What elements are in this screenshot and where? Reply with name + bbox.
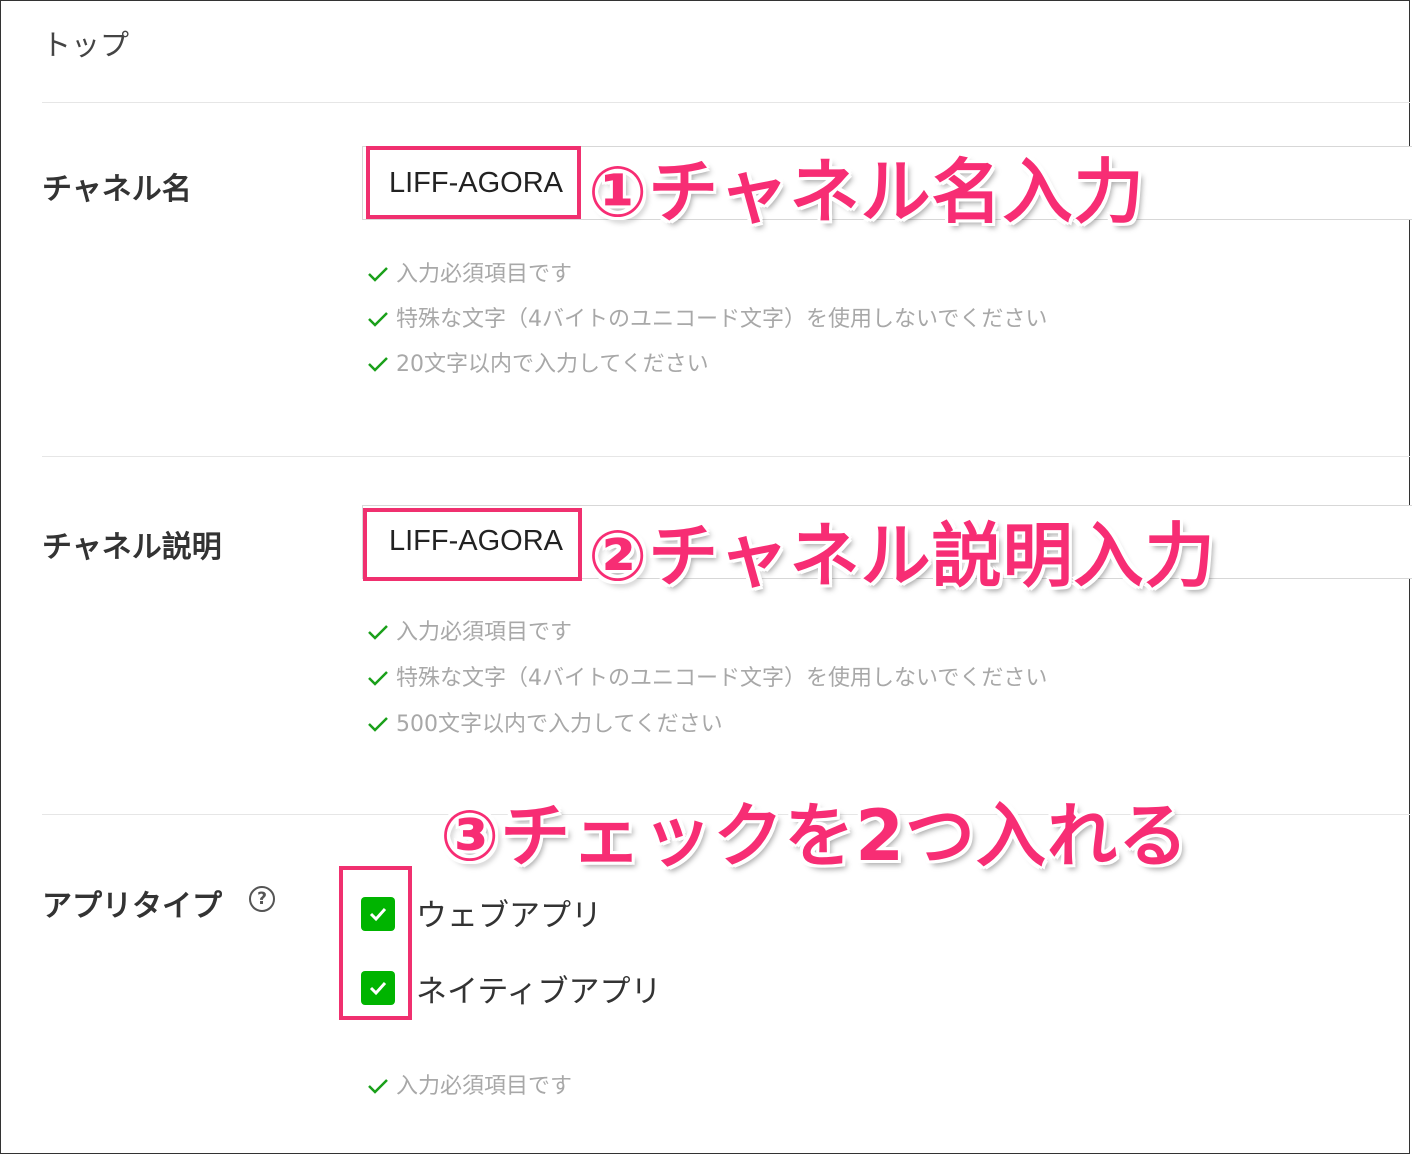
- hint-text: 20文字以内で入力してください: [396, 352, 709, 377]
- hint-text: 特殊な文字（4バイトのユニコード文字）を使用しないでください: [396, 666, 1048, 691]
- annotation-app-type: ③チェックを2つ入れる: [440, 795, 1189, 877]
- check-icon: [368, 312, 388, 327]
- annotation-channel-name: ①チャネル名入力: [588, 151, 1145, 233]
- app-type-label: アプリタイプ: [42, 889, 222, 924]
- check-icon: [368, 267, 388, 282]
- hint-required: 入力必須項目です: [366, 614, 572, 646]
- divider: [42, 102, 1410, 103]
- check-icon: [368, 357, 388, 372]
- divider: [42, 456, 1410, 457]
- annotation-channel-description: ②チャネル説明入力: [588, 515, 1216, 597]
- hint-special-chars: 特殊な文字（4バイトのユニコード文字）を使用しないでください: [366, 660, 1047, 692]
- check-icon: [368, 717, 388, 732]
- help-icon[interactable]: ?: [249, 886, 275, 912]
- checkbox-label-web-app[interactable]: ウェブアプリ: [416, 890, 602, 935]
- channel-description-label: チャネル説明: [42, 530, 222, 565]
- hint-text: 入力必須項目です: [396, 1074, 573, 1099]
- hint-text: 入力必須項目です: [396, 620, 573, 645]
- hint-length: 20文字以内で入力してください: [366, 346, 709, 378]
- highlight-box: [366, 146, 581, 219]
- check-icon: [368, 671, 388, 686]
- hint-length: 500文字以内で入力してください: [366, 706, 723, 738]
- hint-required: 入力必須項目です: [366, 256, 572, 288]
- highlight-box: [363, 508, 582, 581]
- channel-name-label: チャネル名: [42, 172, 192, 207]
- hint-required: 入力必須項目です: [366, 1068, 572, 1100]
- hint-text: 入力必須項目です: [396, 262, 573, 287]
- check-icon: [368, 1079, 388, 1094]
- hint-text: 500文字以内で入力してください: [396, 712, 723, 737]
- hint-special-chars: 特殊な文字（4バイトのユニコード文字）を使用しないでください: [366, 301, 1047, 333]
- hint-text: 特殊な文字（4バイトのユニコード文字）を使用しないでください: [396, 307, 1048, 332]
- check-icon: [368, 625, 388, 640]
- checkbox-label-native-app[interactable]: ネイティブアプリ: [416, 966, 662, 1011]
- highlight-box: [339, 866, 412, 1020]
- breadcrumb[interactable]: トップ: [42, 22, 129, 64]
